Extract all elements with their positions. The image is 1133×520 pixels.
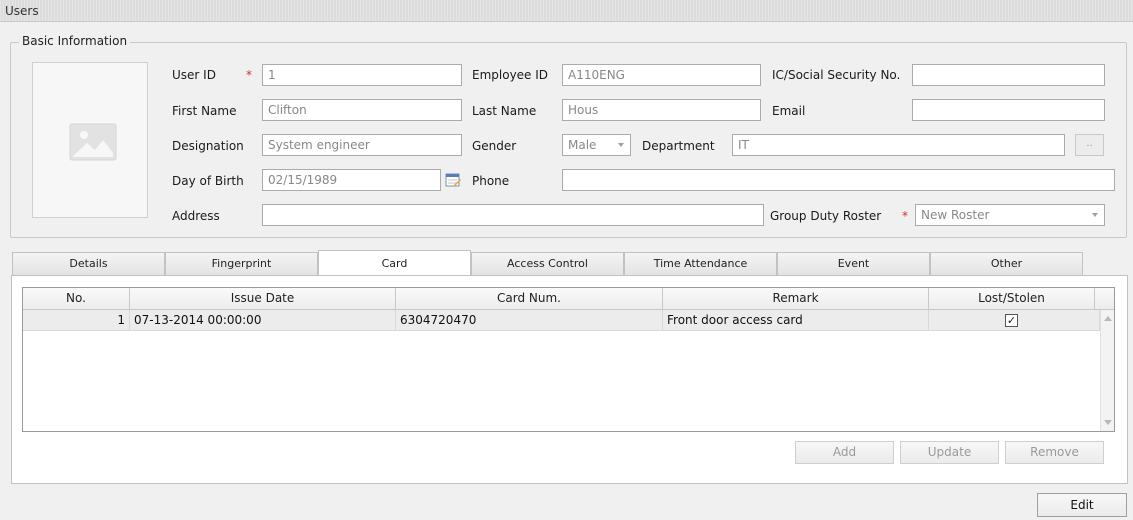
- column-header-issue-date[interactable]: Issue Date: [130, 288, 396, 310]
- user-id-required-mark: *: [246, 68, 252, 82]
- gender-label: Gender: [472, 139, 517, 153]
- scroll-down-icon[interactable]: [1104, 420, 1112, 425]
- designation-label: Designation: [172, 139, 244, 153]
- ic-ssn-label: IC/Social Security No.: [772, 68, 901, 82]
- update-button[interactable]: Update: [900, 441, 999, 464]
- address-label: Address: [172, 209, 220, 223]
- cell-issue-date: 07-13-2014 00:00:00: [130, 310, 396, 331]
- last-name-label: Last Name: [472, 104, 537, 118]
- edit-button[interactable]: Edit: [1037, 493, 1127, 517]
- department-field[interactable]: IT: [732, 134, 1065, 156]
- table-row[interactable]: 1 07-13-2014 00:00:00 6304720470 Front d…: [23, 310, 1100, 331]
- tab-details[interactable]: Details: [12, 252, 165, 275]
- checkmark-icon: ✓: [1006, 314, 1017, 327]
- address-field[interactable]: [262, 204, 764, 226]
- tab-other[interactable]: Other: [930, 252, 1083, 275]
- cell-card-num: 6304720470: [396, 310, 663, 331]
- column-header-lost-stolen[interactable]: Lost/Stolen: [929, 288, 1095, 310]
- user-id-field[interactable]: 1: [262, 64, 462, 86]
- email-field[interactable]: [912, 99, 1105, 121]
- window-titlebar: Users: [0, 0, 1133, 22]
- column-header-remark[interactable]: Remark: [663, 288, 929, 310]
- employee-id-field[interactable]: A110ENG: [562, 64, 761, 86]
- last-name-field[interactable]: Hous: [562, 99, 761, 121]
- group-duty-roster-select[interactable]: New Roster: [915, 204, 1105, 226]
- window-title: Users: [5, 4, 39, 18]
- user-id-label: User ID: [172, 68, 216, 82]
- tab-access-control[interactable]: Access Control: [471, 252, 624, 275]
- tab-card[interactable]: Card: [318, 250, 471, 276]
- cell-no: 1: [23, 310, 130, 331]
- cell-remark: Front door access card: [663, 310, 929, 331]
- dob-label: Day of Birth: [172, 174, 244, 188]
- card-grid: No. Issue Date Card Num. Remark Lost/Sto…: [22, 287, 1115, 432]
- first-name-label: First Name: [172, 104, 237, 118]
- ic-ssn-field[interactable]: [912, 64, 1105, 86]
- gender-select[interactable]: Male: [562, 134, 631, 156]
- card-grid-header: No. Issue Date Card Num. Remark Lost/Sto…: [23, 288, 1114, 310]
- column-header-no[interactable]: No.: [23, 288, 130, 310]
- dob-field[interactable]: 02/15/1989: [262, 169, 441, 191]
- tab-event[interactable]: Event: [777, 252, 930, 275]
- lost-stolen-checkbox[interactable]: ✓: [1005, 314, 1018, 327]
- column-header-card-num[interactable]: Card Num.: [396, 288, 663, 310]
- email-label: Email: [772, 104, 806, 118]
- user-photo[interactable]: [32, 62, 148, 218]
- designation-field[interactable]: System engineer: [262, 134, 462, 156]
- phone-label: Phone: [472, 174, 510, 188]
- first-name-field[interactable]: Clifton: [262, 99, 462, 121]
- basic-information-legend: Basic Information: [19, 34, 131, 48]
- tab-fingerprint[interactable]: Fingerprint: [165, 252, 318, 275]
- add-button[interactable]: Add: [795, 441, 894, 464]
- calendar-icon[interactable]: [445, 172, 461, 188]
- department-label: Department: [642, 139, 715, 153]
- employee-id-label: Employee ID: [472, 68, 549, 82]
- grid-vertical-scrollbar[interactable]: [1100, 310, 1114, 431]
- group-duty-roster-required-mark: *: [902, 209, 908, 223]
- image-placeholder-icon: [69, 123, 117, 161]
- tab-time-attendance[interactable]: Time Attendance: [624, 252, 777, 275]
- department-browse-button[interactable]: ..: [1075, 134, 1104, 156]
- scroll-up-icon[interactable]: [1104, 316, 1112, 321]
- remove-button[interactable]: Remove: [1005, 441, 1104, 464]
- phone-field[interactable]: [562, 169, 1115, 191]
- group-duty-roster-label: Group Duty Roster: [770, 209, 882, 223]
